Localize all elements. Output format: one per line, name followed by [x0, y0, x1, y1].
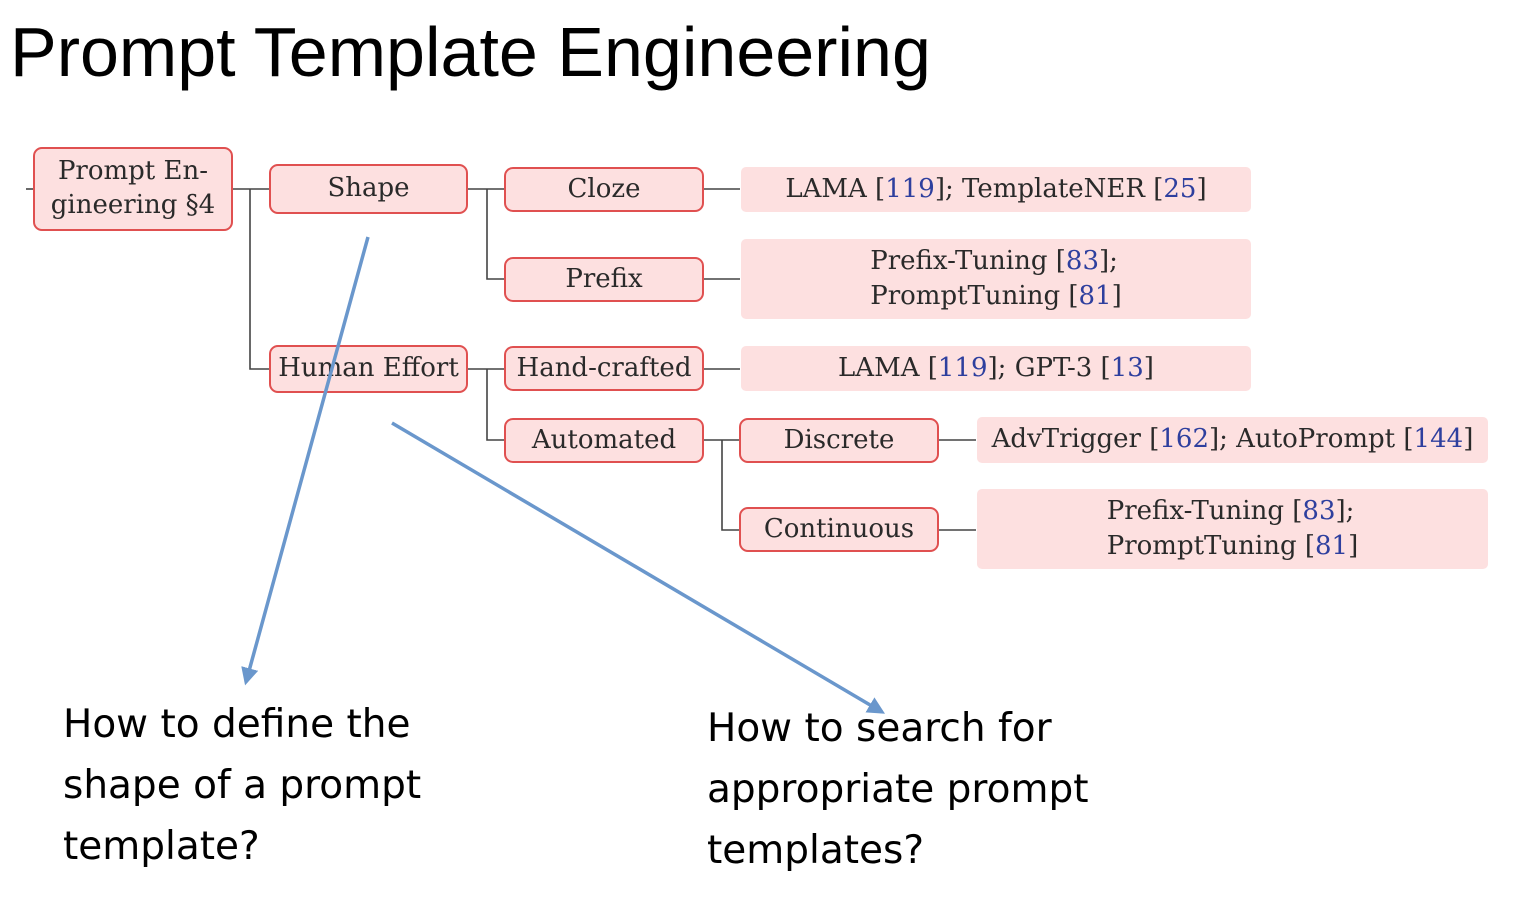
slide: Prompt Template Engineering Prompt En- g…: [0, 0, 1520, 900]
arrow-search-question: [391, 421, 886, 714]
question-search-line-2: appropriate prompt: [707, 767, 1089, 812]
question-search-line-3: templates?: [707, 828, 925, 873]
question-shape: How to define the shape of a prompt temp…: [63, 694, 421, 877]
question-search: How to search for appropriate prompt tem…: [707, 698, 1089, 881]
question-shape-line-1: How to define the: [63, 702, 411, 747]
question-shape-line-3: template?: [63, 824, 260, 869]
arrow-shape-question: [241, 236, 370, 686]
question-shape-line-2: shape of a prompt: [63, 763, 422, 808]
question-search-line-1: How to search for: [707, 706, 1052, 751]
